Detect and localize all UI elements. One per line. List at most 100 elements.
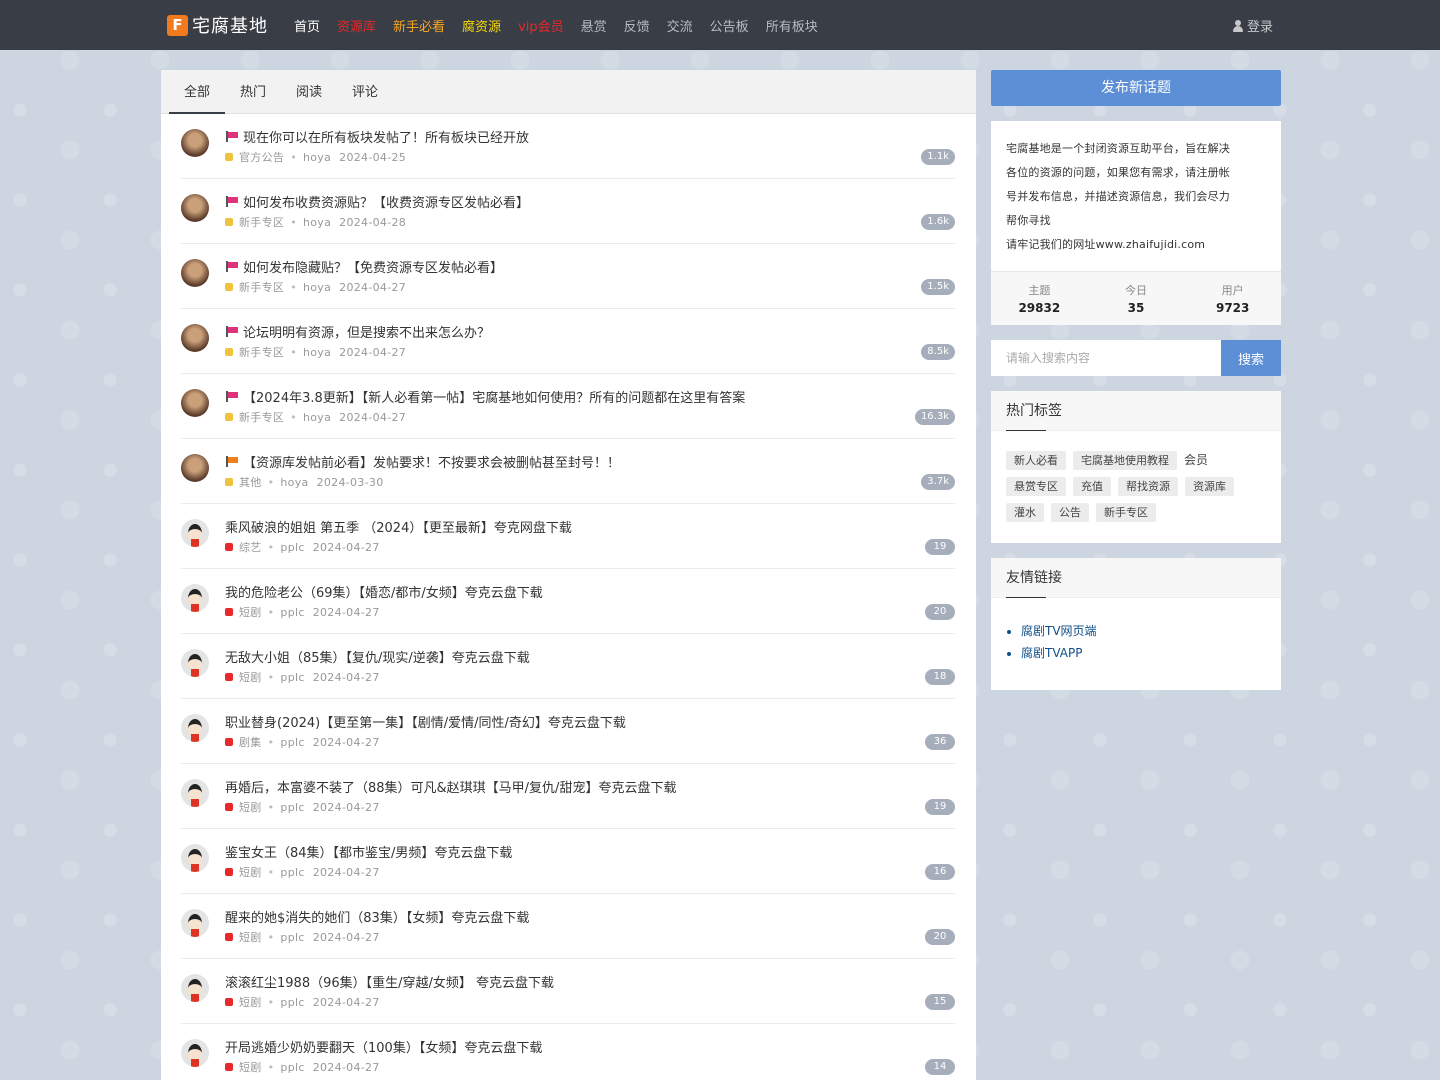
topic-row[interactable]: 滚滚红尘1988（96集）【重生/穿越/女频】 夸克云盘下载 短剧 • pplc 202… bbox=[181, 959, 955, 1024]
nav-item[interactable]: 新手必看 bbox=[393, 16, 445, 35]
topic-category[interactable]: 剧集 bbox=[239, 734, 262, 750]
topic-author[interactable]: pplc bbox=[280, 931, 304, 944]
topic-category[interactable]: 短剧 bbox=[239, 604, 262, 620]
topic-title-text[interactable]: 再婚后，本富婆不装了（88集）可凡&赵琪琪【马甲/复仇/甜宠】夸克云盘下载 bbox=[225, 777, 676, 796]
avatar[interactable] bbox=[181, 389, 209, 417]
topic-row[interactable]: 再婚后，本富婆不装了（88集）可凡&赵琪琪【马甲/复仇/甜宠】夸克云盘下载 短剧 •… bbox=[181, 764, 955, 829]
nav-item[interactable]: 公告板 bbox=[710, 16, 749, 35]
tag-item[interactable]: 宅腐基地使用教程 bbox=[1073, 451, 1177, 470]
topic-row[interactable]: 无敌大小姐（85集）【复仇/现实/逆袭】夸克云盘下载 短剧 • pplc 2024-04… bbox=[181, 634, 955, 699]
topic-title[interactable]: 乘风破浪的姐姐 第五季 （2024）【更至最新】夸克网盘下载 bbox=[225, 517, 572, 536]
topic-author[interactable]: pplc bbox=[280, 736, 304, 749]
nav-item[interactable]: 交流 bbox=[667, 16, 693, 35]
search-button[interactable]: 搜索 bbox=[1221, 340, 1281, 376]
avatar[interactable] bbox=[181, 129, 209, 157]
topic-title-text[interactable]: 如何发布收费资源贴？【收费资源专区发帖必看】 bbox=[243, 192, 529, 211]
topic-row[interactable]: 乘风破浪的姐姐 第五季 （2024）【更至最新】夸克网盘下载 综艺 • pplc 202… bbox=[181, 504, 955, 569]
topic-category[interactable]: 短剧 bbox=[239, 669, 262, 685]
nav-item[interactable]: 腐资源 bbox=[462, 16, 501, 35]
tag-item[interactable]: 帮找资源 bbox=[1118, 477, 1178, 496]
topic-title-text[interactable]: 乘风破浪的姐姐 第五季 （2024）【更至最新】夸克网盘下载 bbox=[225, 517, 572, 536]
topic-title[interactable]: 无敌大小姐（85集）【复仇/现实/逆袭】夸克云盘下载 bbox=[225, 647, 530, 666]
topic-title-text[interactable]: 现在你可以在所有板块发帖了！所有板块已经开放 bbox=[243, 127, 529, 146]
topic-category[interactable]: 新手专区 bbox=[239, 409, 284, 425]
topic-author[interactable]: hoya bbox=[303, 411, 331, 424]
topic-category[interactable]: 短剧 bbox=[239, 929, 262, 945]
friend-link[interactable]: 腐剧TV网页端 bbox=[1021, 620, 1266, 642]
topic-category[interactable]: 短剧 bbox=[239, 1059, 262, 1075]
topic-title[interactable]: 现在你可以在所有板块发帖了！所有板块已经开放 bbox=[225, 127, 529, 146]
topic-title-text[interactable]: 醒来的她$消失的她们（83集）【女频】夸克云盘下载 bbox=[225, 907, 529, 926]
topic-author[interactable]: pplc bbox=[280, 996, 304, 1009]
topic-title-text[interactable]: 论坛明明有资源，但是搜索不出来怎么办？ bbox=[243, 322, 490, 341]
topic-row[interactable]: 职业替身(2024)【更至第一集】【剧情/爱情/同性/奇幻】夸克云盘下载 剧集 • p… bbox=[181, 699, 955, 764]
nav-item[interactable]: 反馈 bbox=[624, 16, 650, 35]
topic-row[interactable]: 如何发布隐藏贴？【免费资源专区发帖必看】 新手专区 • hoya 2024-04-27 1… bbox=[181, 244, 955, 309]
nav-item[interactable]: 首页 bbox=[294, 16, 320, 35]
topic-title[interactable]: 开局逃婚少奶奶要翻天（100集）【女频】夸克云盘下载 bbox=[225, 1037, 542, 1056]
topic-title-text[interactable]: 我的危险老公（69集）【婚恋/都市/女频】夸克云盘下载 bbox=[225, 582, 543, 601]
topic-title[interactable]: 论坛明明有资源，但是搜索不出来怎么办？ bbox=[225, 322, 490, 341]
topic-title-text[interactable]: 滚滚红尘1988（96集）【重生/穿越/女频】 夸克云盘下载 bbox=[225, 972, 554, 991]
topic-title[interactable]: 【2024年3.8更新】【新人必看第一帖】宅腐基地如何使用？所有的问题都在这里有… bbox=[225, 387, 745, 406]
topic-title-text[interactable]: 职业替身(2024)【更至第一集】【剧情/爱情/同性/奇幻】夸克云盘下载 bbox=[225, 712, 626, 731]
topic-title-text[interactable]: 鉴宝女王（84集）【都市鉴宝/男频】夸克云盘下载 bbox=[225, 842, 512, 861]
topic-row[interactable]: 醒来的她$消失的她们（83集）【女频】夸克云盘下载 短剧 • pplc 2024-04-… bbox=[181, 894, 955, 959]
avatar[interactable] bbox=[181, 909, 209, 937]
topic-title[interactable]: 醒来的她$消失的她们（83集）【女频】夸克云盘下载 bbox=[225, 907, 529, 926]
topic-author[interactable]: hoya bbox=[303, 151, 331, 164]
topic-row[interactable]: 现在你可以在所有板块发帖了！所有板块已经开放 官方公告 • hoya 2024-04-2… bbox=[181, 114, 955, 179]
tag-item[interactable]: 新手专区 bbox=[1096, 503, 1156, 522]
topic-category[interactable]: 新手专区 bbox=[239, 344, 284, 360]
topic-author[interactable]: hoya bbox=[303, 346, 331, 359]
topic-category[interactable]: 新手专区 bbox=[239, 279, 284, 295]
topic-author[interactable]: pplc bbox=[280, 606, 304, 619]
topic-author[interactable]: pplc bbox=[280, 866, 304, 879]
tab-item[interactable]: 全部 bbox=[169, 70, 226, 114]
tag-item[interactable]: 灌水 bbox=[1006, 503, 1044, 522]
tag-item[interactable]: 资源库 bbox=[1185, 477, 1234, 496]
topic-title-text[interactable]: 无敌大小姐（85集）【复仇/现实/逆袭】夸克云盘下载 bbox=[225, 647, 530, 666]
topic-title[interactable]: 【资源库发帖前必看】发帖要求！不按要求会被删帖甚至封号！！ bbox=[225, 452, 620, 471]
topic-author[interactable]: pplc bbox=[280, 671, 304, 684]
topic-row[interactable]: 开局逃婚少奶奶要翻天（100集）【女频】夸克云盘下载 短剧 • pplc 2024-04… bbox=[181, 1024, 955, 1080]
topic-title-text[interactable]: 【2024年3.8更新】【新人必看第一帖】宅腐基地如何使用？所有的问题都在这里有… bbox=[243, 387, 745, 406]
avatar[interactable] bbox=[181, 519, 209, 547]
search-input[interactable] bbox=[991, 340, 1221, 376]
topic-title-text[interactable]: 【资源库发帖前必看】发帖要求！不按要求会被删帖甚至封号！！ bbox=[243, 452, 620, 471]
topic-title[interactable]: 如何发布隐藏贴？【免费资源专区发帖必看】 bbox=[225, 257, 503, 276]
topic-row[interactable]: 【2024年3.8更新】【新人必看第一帖】宅腐基地如何使用？所有的问题都在这里有… bbox=[181, 374, 955, 439]
topic-author[interactable]: pplc bbox=[280, 1061, 304, 1074]
topic-title[interactable]: 再婚后，本富婆不装了（88集）可凡&赵琪琪【马甲/复仇/甜宠】夸克云盘下载 bbox=[225, 777, 676, 796]
tag-item[interactable]: 悬赏专区 bbox=[1006, 477, 1066, 496]
avatar[interactable] bbox=[181, 259, 209, 287]
avatar[interactable] bbox=[181, 1039, 209, 1067]
topic-row[interactable]: 如何发布收费资源贴？【收费资源专区发帖必看】 新手专区 • hoya 2024-04-2… bbox=[181, 179, 955, 244]
avatar[interactable] bbox=[181, 779, 209, 807]
topic-category[interactable]: 短剧 bbox=[239, 994, 262, 1010]
tag-item[interactable]: 会员 bbox=[1184, 451, 1212, 470]
nav-item[interactable]: 所有板块 bbox=[766, 16, 818, 35]
avatar[interactable] bbox=[181, 714, 209, 742]
topic-row[interactable]: 论坛明明有资源，但是搜索不出来怎么办？ 新手专区 • hoya 2024-04-27 8.… bbox=[181, 309, 955, 374]
new-topic-button[interactable]: 发布新话题 bbox=[991, 70, 1281, 106]
topic-category[interactable]: 短剧 bbox=[239, 864, 262, 880]
friend-link[interactable]: 腐剧TVAPP bbox=[1021, 642, 1266, 664]
avatar[interactable] bbox=[181, 324, 209, 352]
avatar[interactable] bbox=[181, 649, 209, 677]
topic-category[interactable]: 短剧 bbox=[239, 799, 262, 815]
tab-item[interactable]: 热门 bbox=[225, 70, 281, 114]
avatar[interactable] bbox=[181, 584, 209, 612]
topic-title[interactable]: 滚滚红尘1988（96集）【重生/穿越/女频】 夸克云盘下载 bbox=[225, 972, 554, 991]
topic-author[interactable]: pplc bbox=[280, 801, 304, 814]
tag-item[interactable]: 新人必看 bbox=[1006, 451, 1066, 470]
tag-item[interactable]: 公告 bbox=[1051, 503, 1089, 522]
topic-title-text[interactable]: 开局逃婚少奶奶要翻天（100集）【女频】夸克云盘下载 bbox=[225, 1037, 542, 1056]
topic-category[interactable]: 官方公告 bbox=[239, 149, 284, 165]
topic-title[interactable]: 鉴宝女王（84集）【都市鉴宝/男频】夸克云盘下载 bbox=[225, 842, 512, 861]
tab-item[interactable]: 阅读 bbox=[281, 70, 337, 114]
login-link[interactable]: 登录 bbox=[1232, 16, 1273, 35]
topic-row[interactable]: 鉴宝女王（84集）【都市鉴宝/男频】夸克云盘下载 短剧 • pplc 2024-04-2… bbox=[181, 829, 955, 894]
topic-author[interactable]: hoya bbox=[303, 216, 331, 229]
topic-category[interactable]: 其他 bbox=[239, 474, 262, 490]
